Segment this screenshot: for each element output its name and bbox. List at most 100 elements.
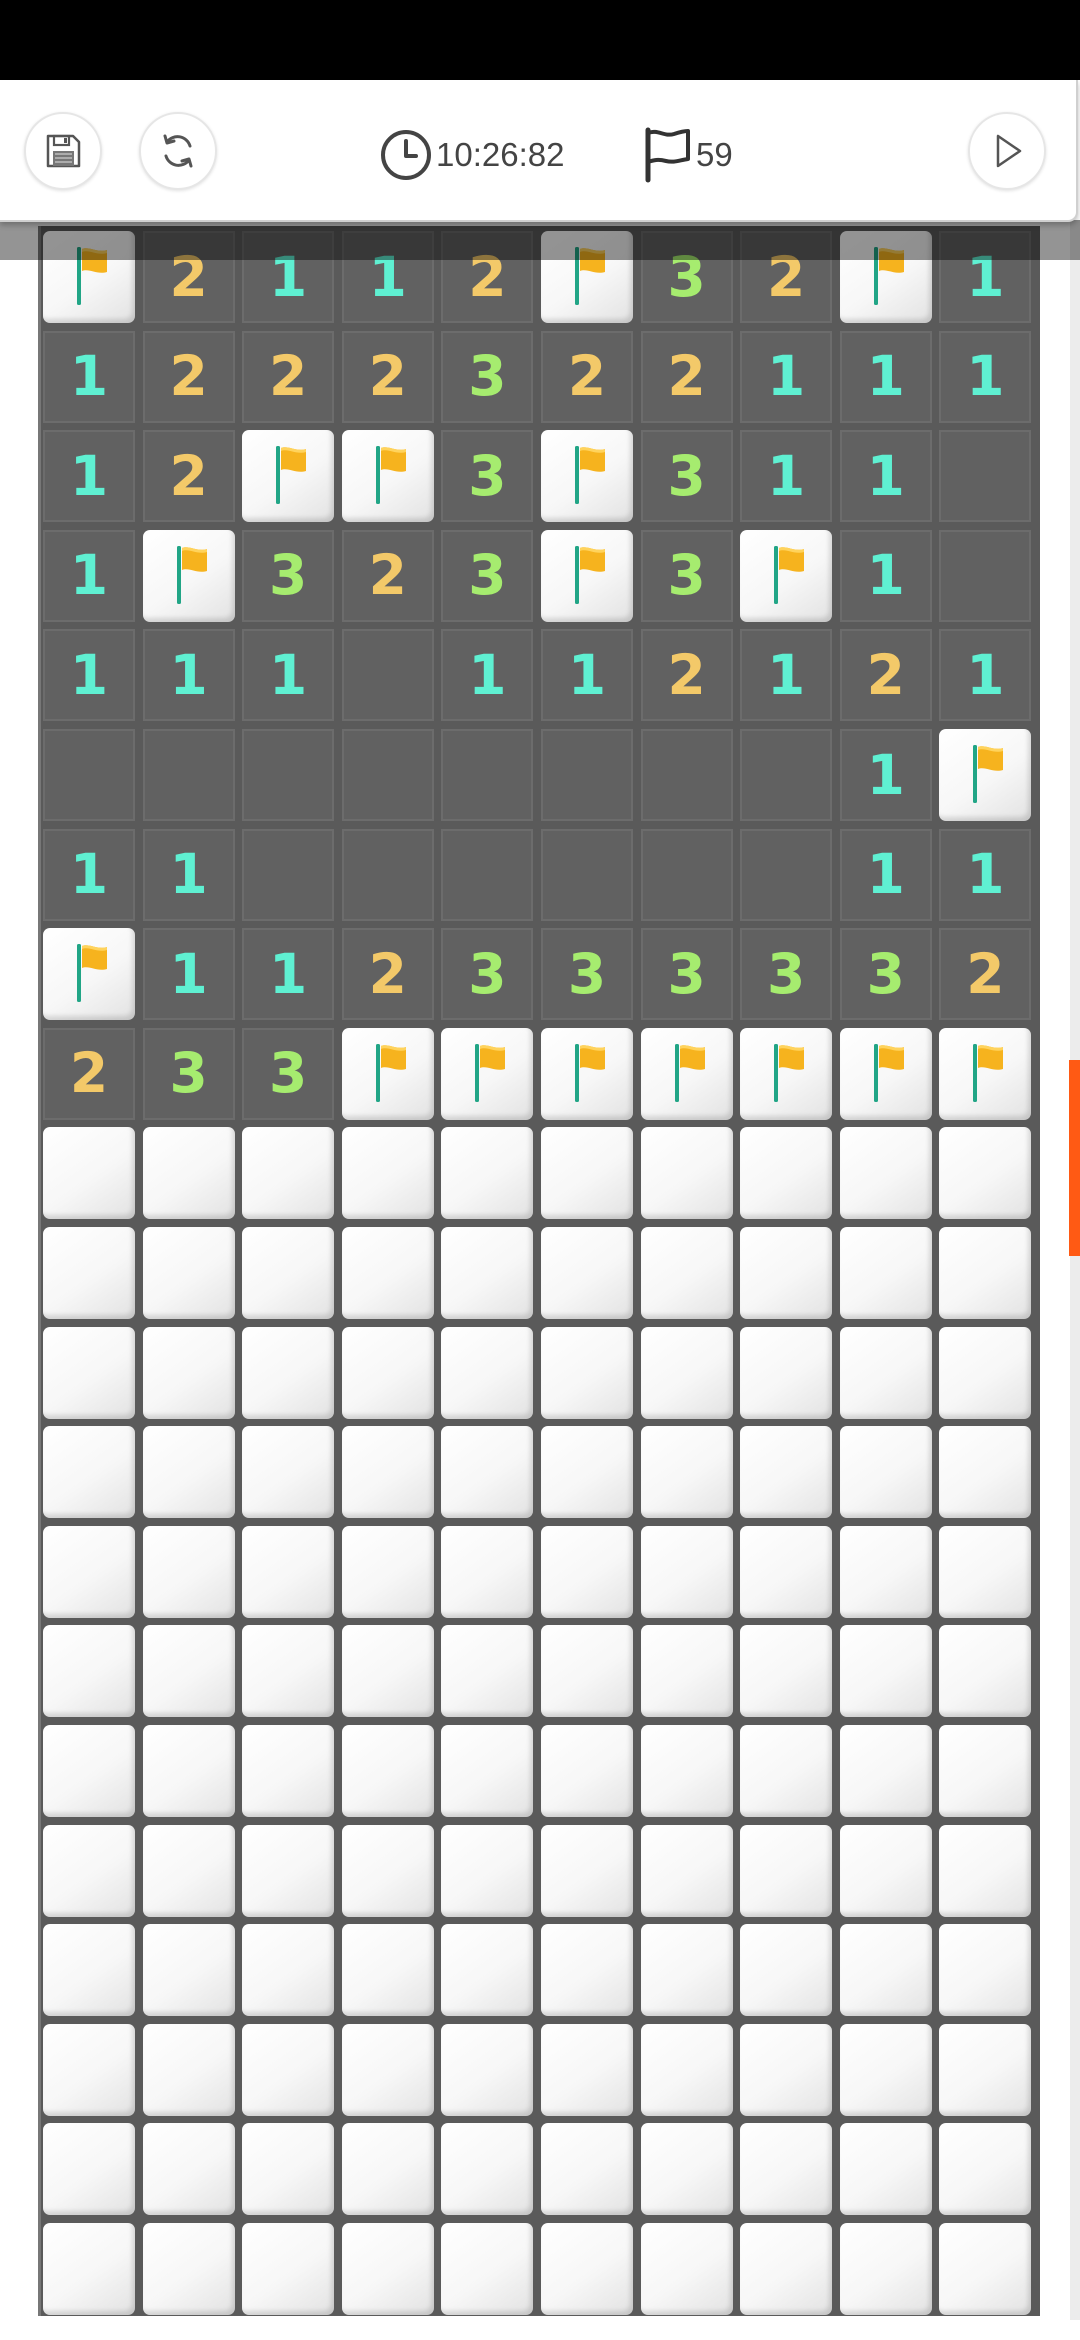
flagged-cell[interactable] (740, 529, 833, 622)
hidden-cell[interactable] (43, 1625, 135, 1718)
hidden-cell[interactable] (43, 1525, 135, 1618)
hidden-cell[interactable] (341, 1725, 434, 1817)
hidden-cell[interactable] (541, 1227, 633, 1319)
hidden-cell[interactable] (541, 1426, 633, 1519)
hidden-cell[interactable] (43, 1924, 135, 2017)
revealed-number-cell[interactable]: 1 (839, 330, 932, 423)
revealed-number-cell[interactable]: 1 (242, 928, 335, 1021)
hidden-cell[interactable] (142, 2223, 235, 2315)
flagged-cell[interactable] (640, 1027, 733, 1120)
hidden-cell[interactable] (341, 1625, 434, 1718)
hidden-cell[interactable] (939, 2123, 1032, 2216)
revealed-number-cell[interactable]: 2 (341, 529, 434, 622)
revealed-number-cell[interactable]: 2 (640, 330, 733, 423)
flagged-cell[interactable] (839, 1027, 932, 1120)
hidden-cell[interactable] (341, 1227, 434, 1319)
hidden-cell[interactable] (541, 1725, 633, 1817)
revealed-number-cell[interactable]: 1 (939, 330, 1032, 423)
hidden-cell[interactable] (341, 1824, 434, 1917)
hidden-cell[interactable] (839, 1326, 932, 1419)
revealed-number-cell[interactable]: 3 (441, 330, 534, 423)
hidden-cell[interactable] (242, 2123, 335, 2216)
revealed-number-cell[interactable]: 2 (341, 330, 434, 423)
hidden-cell[interactable] (541, 1326, 633, 1419)
hidden-cell[interactable] (939, 1426, 1032, 1519)
hidden-cell[interactable] (441, 2023, 534, 2116)
revealed-number-cell[interactable]: 1 (541, 629, 633, 722)
revealed-number-cell[interactable]: 1 (43, 330, 135, 423)
hidden-cell[interactable] (341, 1525, 434, 1618)
hidden-cell[interactable] (43, 1227, 135, 1319)
hidden-cell[interactable] (939, 2023, 1032, 2116)
revealed-number-cell[interactable]: 3 (441, 529, 534, 622)
hidden-cell[interactable] (341, 2123, 434, 2216)
hidden-cell[interactable] (939, 1924, 1032, 2017)
hidden-cell[interactable] (142, 1326, 235, 1419)
save-button[interactable] (24, 112, 102, 190)
hidden-cell[interactable] (740, 1725, 833, 1817)
flagged-cell[interactable] (939, 1027, 1032, 1120)
flagged-cell[interactable] (43, 928, 135, 1021)
flagged-cell[interactable] (341, 430, 434, 523)
hidden-cell[interactable] (640, 1824, 733, 1917)
hidden-cell[interactable] (441, 1426, 534, 1519)
hidden-cell[interactable] (43, 2023, 135, 2116)
hidden-cell[interactable] (839, 1625, 932, 1718)
hidden-cell[interactable] (43, 1426, 135, 1519)
hidden-cell[interactable] (740, 1824, 833, 1917)
hidden-cell[interactable] (142, 1127, 235, 1220)
revealed-number-cell[interactable]: 1 (939, 828, 1032, 921)
hidden-cell[interactable] (740, 2023, 833, 2116)
hidden-cell[interactable] (142, 1227, 235, 1319)
hidden-cell[interactable] (242, 1227, 335, 1319)
hidden-cell[interactable] (341, 1426, 434, 1519)
hidden-cell[interactable] (839, 1824, 932, 1917)
revealed-number-cell[interactable]: 3 (242, 529, 335, 622)
revealed-number-cell[interactable]: 1 (839, 729, 932, 821)
hidden-cell[interactable] (640, 2123, 733, 2216)
hidden-cell[interactable] (142, 1824, 235, 1917)
flagged-cell[interactable] (242, 430, 335, 523)
hidden-cell[interactable] (640, 2023, 733, 2116)
hidden-cell[interactable] (541, 2223, 633, 2315)
revealed-number-cell[interactable]: 2 (541, 330, 633, 423)
hidden-cell[interactable] (640, 2223, 733, 2315)
hidden-cell[interactable] (640, 1426, 733, 1519)
hidden-cell[interactable] (939, 1625, 1032, 1718)
scrollbar-thumb[interactable] (1069, 1060, 1080, 1256)
hidden-cell[interactable] (242, 1525, 335, 1618)
revealed-number-cell[interactable]: 3 (740, 928, 833, 1021)
hidden-cell[interactable] (839, 1725, 932, 1817)
hidden-cell[interactable] (640, 1227, 733, 1319)
hidden-cell[interactable] (142, 1625, 235, 1718)
restart-button[interactable] (139, 112, 217, 190)
hidden-cell[interactable] (341, 1326, 434, 1419)
revealed-number-cell[interactable]: 1 (740, 330, 833, 423)
hidden-cell[interactable] (441, 1625, 534, 1718)
hidden-cell[interactable] (839, 2123, 932, 2216)
hidden-cell[interactable] (43, 2223, 135, 2315)
hidden-cell[interactable] (740, 1525, 833, 1618)
hidden-cell[interactable] (839, 1227, 932, 1319)
revealed-number-cell[interactable]: 1 (242, 629, 335, 722)
hidden-cell[interactable] (43, 1824, 135, 1917)
revealed-number-cell[interactable]: 3 (640, 430, 733, 523)
revealed-number-cell[interactable]: 3 (640, 928, 733, 1021)
revealed-number-cell[interactable]: 1 (740, 430, 833, 523)
hidden-cell[interactable] (740, 1924, 833, 2017)
hidden-cell[interactable] (640, 1725, 733, 1817)
hidden-cell[interactable] (43, 2123, 135, 2216)
revealed-number-cell[interactable]: 3 (541, 928, 633, 1021)
revealed-number-cell[interactable]: 3 (441, 928, 534, 1021)
hidden-cell[interactable] (541, 2023, 633, 2116)
flagged-cell[interactable] (740, 1027, 833, 1120)
hidden-cell[interactable] (43, 1326, 135, 1419)
revealed-number-cell[interactable]: 1 (142, 629, 235, 722)
hidden-cell[interactable] (740, 2123, 833, 2216)
revealed-number-cell[interactable]: 2 (142, 330, 235, 423)
revealed-number-cell[interactable]: 2 (142, 430, 235, 523)
hidden-cell[interactable] (242, 1326, 335, 1419)
hidden-cell[interactable] (939, 1227, 1032, 1319)
flagged-cell[interactable] (541, 1027, 633, 1120)
revealed-number-cell[interactable]: 1 (43, 430, 135, 523)
